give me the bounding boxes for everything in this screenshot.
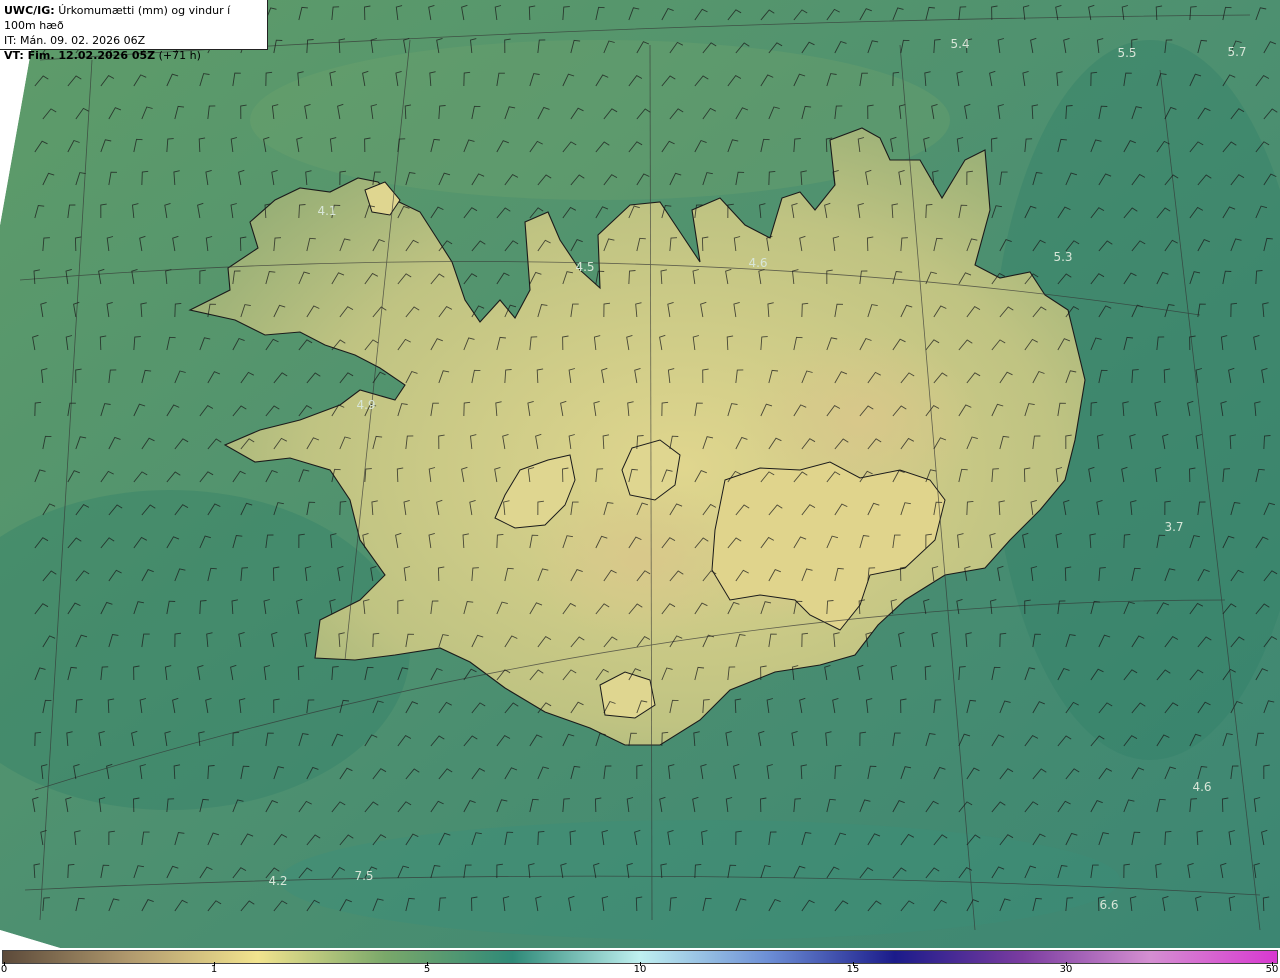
precip-value-label: 5.4: [950, 37, 969, 51]
precip-value-label: 3.7: [1164, 520, 1183, 534]
info-box: UWC/IG: Úrkomumætti (mm) og vindur í 100…: [0, 0, 268, 62]
title-line: UWC/IG: Úrkomumætti (mm) og vindur í 100…: [4, 3, 263, 33]
precip-value-label: 5.7: [1227, 45, 1246, 59]
precip-value-label: 5.5: [1117, 46, 1136, 60]
model-label: UWC/IG:: [4, 4, 55, 17]
precip-value-label: 7.5: [354, 869, 373, 883]
forecast-hour: (+71 h): [158, 49, 201, 62]
legend-tick-mark: [214, 962, 215, 966]
precip-value-label: 4.1: [317, 204, 336, 218]
color-legend: 0 1 5 10 15 30 50: [0, 948, 1280, 978]
precip-value-label: 4.6: [748, 256, 767, 270]
precip-value-label: 5.3: [1053, 250, 1072, 264]
legend-tick-mark: [1066, 962, 1067, 966]
legend-tick-mark: [1272, 962, 1273, 966]
legend-tick-mark: [4, 962, 5, 966]
precip-value-label: 4.2: [268, 874, 287, 888]
valid-time: VT: Fim. 12.02.2026 05Z: [4, 49, 156, 62]
weather-map: 5.4 5.5 5.7 4.1 4.5 4.6 5.3 4.9 3.7 4.6 4.2 7.5 6.6: [0, 0, 1280, 948]
precip-value-label: 6.6: [1099, 898, 1118, 912]
init-time: IT: Mán. 09. 02. 2026 06Z: [4, 34, 146, 47]
legend-tick-mark: [853, 962, 854, 966]
legend-tick-mark: [640, 962, 641, 966]
valid-time-line: VT: Fim. 12.02.2026 05Z (+71 h): [4, 48, 263, 63]
precip-value-label: 4.9: [356, 398, 375, 412]
precip-value-label: 4.6: [1192, 780, 1211, 794]
legend-tick-mark: [427, 962, 428, 966]
precip-value-label: 4.5: [575, 260, 594, 274]
sea-shade: [280, 820, 1120, 940]
